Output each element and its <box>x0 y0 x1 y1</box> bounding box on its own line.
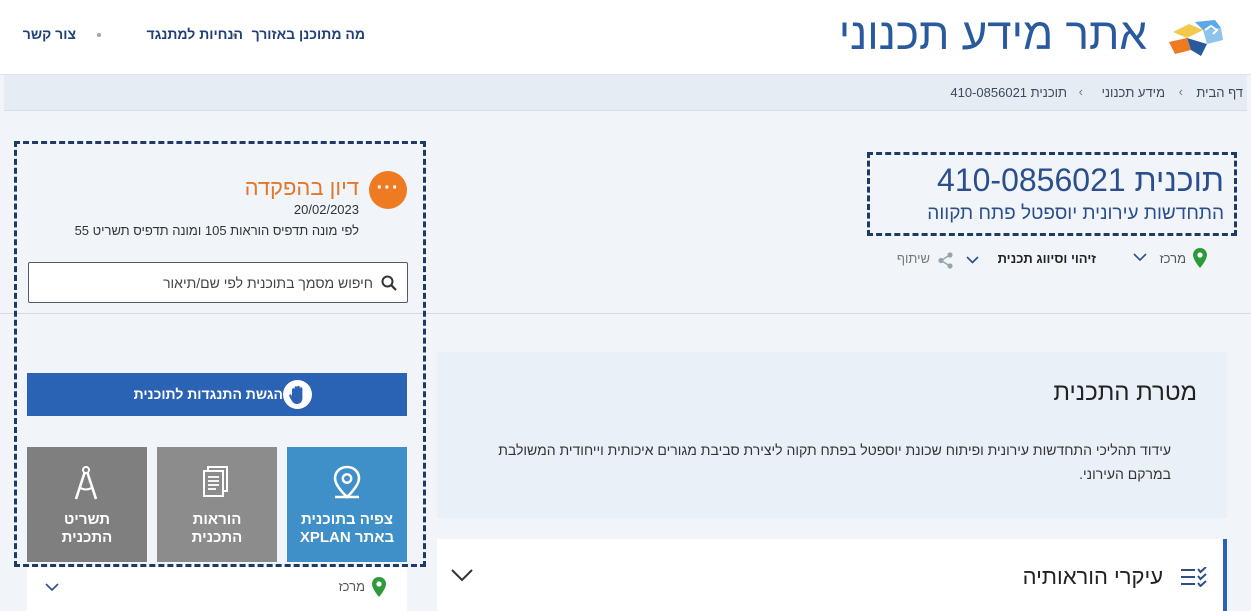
location-pin-icon <box>1193 248 1207 268</box>
nav-objector-guidelines[interactable]: הנחיות למתנגד <box>146 26 243 42</box>
chevron-left-icon: › <box>1078 84 1083 99</box>
site-header: אתר מידע תכנוני מה מתוכנן באזורך הנחיות … <box>0 0 1251 75</box>
status-note: לפי מונה תדפיס הוראות 105 ומונה תדפיס תש… <box>74 223 359 238</box>
document-icon <box>203 466 228 497</box>
submit-objection-label: הגשת התנגדות לתוכנית <box>133 386 283 402</box>
breadcrumb: דף הבית › מידע תכנוני › תוכנית 410-08560… <box>4 75 1247 111</box>
tile-plan-blueprint[interactable]: תשריט התכנית <box>27 447 147 562</box>
tile-xplan-label: צפיה בתוכנית באתר XPLAN <box>299 511 395 546</box>
plan-subtitle: התחדשות עירונית יוספטל פתח תקווה <box>927 203 1224 224</box>
nav-separator-dot <box>97 33 101 37</box>
chevron-down-icon[interactable] <box>966 256 979 264</box>
tile-provisions-label: הוראות התכנית <box>191 511 243 546</box>
identification-dropdown[interactable]: זיהוי וסיווג תכנית <box>998 251 1096 266</box>
site-logo-icon[interactable] <box>1167 18 1227 58</box>
goal-title: מטרת התכנית <box>1053 379 1197 406</box>
main-provisions-card[interactable]: עיקרי הוראותיה <box>437 539 1227 611</box>
plan-title-highlight: תוכנית 410-0856021 התחדשות עירונית יוספט… <box>867 152 1237 236</box>
nav-planned-in-area[interactable]: מה מתוכנן באזורך <box>252 26 365 42</box>
ellipsis-icon[interactable]: ··· <box>369 171 407 209</box>
provisions-title: עיקרי הוראותיה <box>1022 564 1163 589</box>
hand-icon <box>283 380 312 409</box>
nav-contact[interactable]: צור קשר <box>23 26 76 42</box>
chevron-left-icon: › <box>1178 84 1183 99</box>
plan-goal-card: מטרת התכנית עידוד תהליכי התחדשות עירונית… <box>437 352 1227 518</box>
plan-area-center: מרכז <box>1159 251 1186 266</box>
location-pin-icon <box>372 577 386 597</box>
tile-plan-provisions[interactable]: הוראות התכנית <box>157 447 277 562</box>
chevron-down-icon[interactable] <box>45 583 59 592</box>
checklist-icon <box>1181 567 1207 587</box>
search-icon[interactable] <box>381 275 397 291</box>
location-pin-icon <box>333 465 361 499</box>
share-icon[interactable] <box>937 252 954 269</box>
search-input[interactable] <box>43 273 373 293</box>
status-date: 20/02/2023 <box>293 202 359 217</box>
chevron-down-icon[interactable] <box>451 569 473 582</box>
area-center-label: מרכז <box>338 579 365 594</box>
goal-text: עידוד תהליכי התחדשות עירונית ופיתוח שכונ… <box>498 442 1171 482</box>
breadcrumb-planning-info[interactable]: מידע תכנוני <box>1102 85 1165 100</box>
chevron-down-icon[interactable] <box>1133 253 1147 262</box>
tile-xplan-view[interactable]: צפיה בתוכנית באתר XPLAN <box>287 447 407 562</box>
breadcrumb-home[interactable]: דף הבית <box>1196 85 1243 100</box>
compass-icon <box>74 466 98 500</box>
share-button[interactable]: שיתוף <box>897 251 930 266</box>
area-card: מרכז <box>27 567 407 611</box>
breadcrumb-current-plan: תוכנית 410-0856021 <box>950 85 1067 100</box>
site-title[interactable]: אתר מידע תכנוני <box>839 10 1147 60</box>
tile-blueprint-label: תשריט התכנית <box>61 511 113 546</box>
page-title: תוכנית 410-0856021 <box>937 162 1224 198</box>
document-search <box>28 262 408 303</box>
status-title: דיון בהפקדה <box>244 175 359 200</box>
submit-objection-button[interactable]: הגשת התנגדות לתוכנית <box>27 373 407 416</box>
